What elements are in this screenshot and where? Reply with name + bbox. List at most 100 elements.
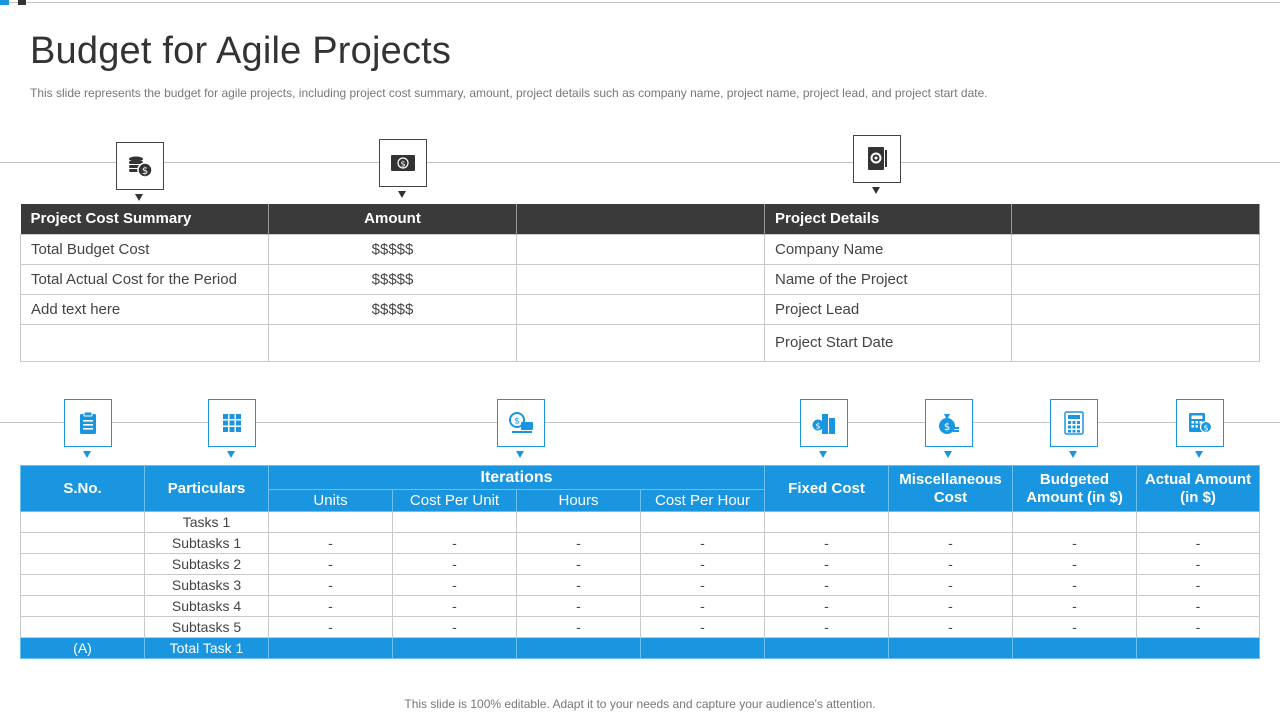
table-cell: - xyxy=(268,532,393,554)
table-cell xyxy=(392,637,517,659)
table-row: Tasks 1 xyxy=(20,511,1261,533)
header-sno: S.No. xyxy=(20,465,145,512)
pointer-arrow xyxy=(135,194,143,201)
table-cell xyxy=(20,574,145,596)
table-cell xyxy=(268,323,517,362)
table-cell: - xyxy=(639,595,766,617)
header-budgeted-amount: Budgeted Amount (in $) xyxy=(1012,465,1138,512)
table-cell xyxy=(20,532,145,554)
table-cell: - xyxy=(764,553,890,575)
table-cell: - xyxy=(1136,616,1261,638)
coins-dollar-icon: $ xyxy=(116,142,164,190)
table-cell: - xyxy=(392,532,517,554)
clipboard-icon xyxy=(64,399,112,447)
table-cell: - xyxy=(1136,532,1261,554)
table-cell: - xyxy=(639,553,766,575)
table-cell xyxy=(1011,233,1260,265)
table-cell xyxy=(1012,637,1138,659)
table-cell: - xyxy=(1136,595,1261,617)
header-cost-per-hour: Cost Per Hour xyxy=(639,489,766,512)
table-cell xyxy=(639,511,766,533)
table-row: Subtasks 1-------- xyxy=(20,532,1261,554)
page-subtitle: This slide represents the budget for agi… xyxy=(30,86,988,100)
table-cell: - xyxy=(1012,616,1138,638)
table-cell xyxy=(1011,293,1260,325)
table-cell xyxy=(20,553,145,575)
table-body: Tasks 1 Subtasks 1- - - - - - - - Subtasks 2-----… xyxy=(20,511,1261,659)
table-cell: - xyxy=(764,574,890,596)
corner-mark-blue xyxy=(0,0,9,5)
footer-note: This slide is 100% editable. Adapt it to… xyxy=(404,697,876,711)
table-row: Total Budget Cost $$$$$ Company Name xyxy=(20,233,1260,265)
table-cell xyxy=(1011,323,1260,362)
svg-text:$: $ xyxy=(400,160,405,169)
header-iterations: Iterations xyxy=(267,465,766,490)
pointer-arrow xyxy=(819,451,827,458)
table-cell: - xyxy=(268,595,393,617)
table-cell xyxy=(268,637,393,659)
pointer-arrow xyxy=(1069,451,1077,458)
table-cell: - xyxy=(888,532,1014,554)
table-cell: - xyxy=(392,553,517,575)
header-blank xyxy=(1011,204,1260,234)
table-cell: - xyxy=(268,616,393,638)
table-row: Subtasks 2-------- xyxy=(20,553,1261,575)
table-cell xyxy=(516,637,641,659)
table-cell: Total Budget Cost xyxy=(20,233,269,265)
table-cell: - xyxy=(764,532,890,554)
table-cell: - xyxy=(392,595,517,617)
table-cell xyxy=(516,323,765,362)
pointer-arrow xyxy=(227,451,235,458)
table-cell: - xyxy=(1136,553,1261,575)
pointer-arrow xyxy=(516,451,524,458)
svg-text:$: $ xyxy=(142,166,148,177)
svg-text:$: $ xyxy=(1203,424,1208,433)
table-cell: - xyxy=(516,574,641,596)
table-cell: - xyxy=(1136,574,1261,596)
table-cell xyxy=(392,511,517,533)
header-cost-per-unit: Cost Per Unit xyxy=(392,489,517,512)
table-cell: Project Lead xyxy=(764,293,1012,325)
divider-line-top xyxy=(0,162,1280,163)
table-cell: Project Start Date xyxy=(764,323,1012,362)
money-analytics-icon: $ xyxy=(497,399,545,447)
header-project-details: Project Details xyxy=(764,204,1012,234)
money-bag-icon: $ xyxy=(925,399,973,447)
svg-text:$: $ xyxy=(514,417,520,427)
pointer-arrow xyxy=(1195,451,1203,458)
agile-budget-table: S.No. Particulars Iterations Fixed Cost … xyxy=(20,465,1261,659)
table-cell: Subtasks 3 xyxy=(144,574,269,596)
pointer-arrow xyxy=(83,451,91,458)
table-cell xyxy=(888,637,1014,659)
header-particulars: Particulars xyxy=(144,465,269,512)
table-cell: Company Name xyxy=(764,233,1012,265)
table-cell: $$$$$ xyxy=(268,263,517,295)
table-row: Project Start Date xyxy=(20,323,1260,362)
table-cell xyxy=(516,511,641,533)
table-cell: Total Actual Cost for the Period xyxy=(20,263,269,295)
table-cell: Tasks 1 xyxy=(144,511,269,533)
table-row: Subtasks 4-------- xyxy=(20,595,1261,617)
pointer-arrow xyxy=(944,451,952,458)
table-cell: Add text here xyxy=(20,293,269,325)
table-cell xyxy=(516,233,765,265)
table-cell: - xyxy=(764,595,890,617)
header-project-cost-summary: Project Cost Summary xyxy=(20,204,269,234)
total-row: (A) Total Task 1 xyxy=(20,637,1261,659)
table-cell: $$$$$ xyxy=(268,293,517,325)
table-cell: - xyxy=(516,595,641,617)
building-dollar-icon: $ xyxy=(800,399,848,447)
table-cell xyxy=(1011,263,1260,295)
table-cell xyxy=(764,511,890,533)
grid-icon xyxy=(208,399,256,447)
table-header-row: Project Cost Summary Amount Project Deta… xyxy=(20,204,1260,234)
table-cell xyxy=(764,637,890,659)
table-cell: - xyxy=(392,616,517,638)
table-cell: - xyxy=(268,553,393,575)
table-cell xyxy=(268,511,393,533)
table-cell: $$$$$ xyxy=(268,233,517,265)
table-cell: - xyxy=(888,553,1014,575)
table-cell: Subtasks 2 xyxy=(144,553,269,575)
table-cell xyxy=(1136,637,1261,659)
table-cell xyxy=(20,323,269,362)
